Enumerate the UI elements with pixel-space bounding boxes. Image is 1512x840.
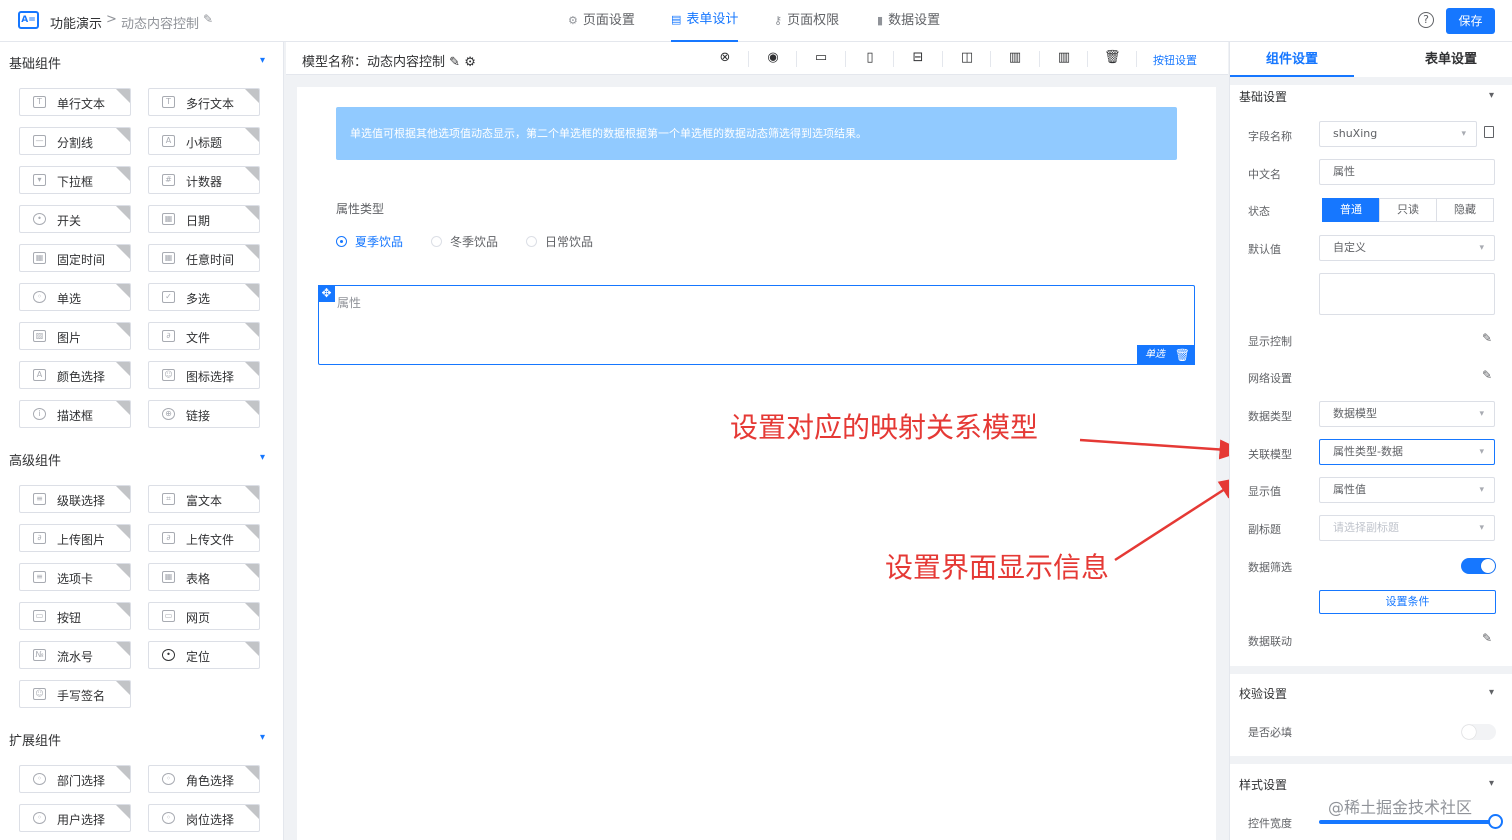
style-settings-title: 样式设置	[1239, 778, 1288, 792]
toggle-knob	[1481, 559, 1495, 573]
chevron-down-icon[interactable]: ▾	[1489, 778, 1494, 789]
required-toggle[interactable]	[1461, 724, 1496, 740]
control-width-slider-handle[interactable]	[1488, 814, 1503, 829]
subtitle-select[interactable]: 请选择副标题 ▾	[1319, 515, 1495, 541]
required-label: 是否必填	[1248, 726, 1292, 739]
section-divider	[1230, 756, 1512, 764]
validation-settings-title: 校验设置	[1239, 687, 1288, 701]
toggle-knob	[1462, 725, 1476, 739]
data-filter-toggle[interactable]	[1461, 558, 1496, 574]
edit-icon[interactable]: ✎	[1482, 631, 1492, 645]
cn-name-label: 中文名	[1248, 168, 1281, 181]
display-value-label: 显示值	[1248, 485, 1281, 498]
chevron-down-icon: ▾	[1479, 447, 1484, 457]
basic-settings-title: 基础设置	[1239, 90, 1288, 104]
watermark-text: @稀土掘金技术社区	[1328, 798, 1473, 817]
data-link-label: 数据联动	[1248, 635, 1292, 648]
copy-icon[interactable]	[1484, 126, 1494, 138]
field-name-label: 字段名称	[1248, 130, 1292, 143]
chevron-down-icon: ▾	[1479, 409, 1484, 419]
control-width-slider-track[interactable]	[1319, 820, 1492, 824]
default-value-textarea[interactable]	[1319, 273, 1495, 315]
tab-component-settings[interactable]: 组件设置	[1230, 42, 1354, 77]
grid-settings-label: 网络设置	[1248, 372, 1292, 385]
state-readonly-button[interactable]: 只读	[1379, 198, 1437, 222]
default-value-select[interactable]: 自定义 ▾	[1319, 235, 1495, 261]
state-label: 状态	[1248, 205, 1270, 218]
tab-form-settings[interactable]: 表单设置	[1389, 42, 1512, 77]
data-type-select[interactable]: 数据模型 ▾	[1319, 401, 1495, 427]
chevron-down-icon: ▾	[1479, 243, 1484, 253]
default-value-label: 默认值	[1248, 243, 1281, 256]
state-normal-button[interactable]: 普通	[1322, 198, 1380, 222]
chevron-down-icon[interactable]: ▾	[1489, 687, 1494, 698]
state-segmented-control: 普通 只读 隐藏	[1322, 198, 1494, 222]
chevron-down-icon: ▾	[1479, 523, 1484, 533]
chevron-down-icon[interactable]: ▾	[1489, 90, 1494, 101]
data-filter-label: 数据筛选	[1248, 561, 1292, 574]
properties-panel: 组件设置 表单设置 基础设置 ▾ 字段名称 shuXing ▾ 中文名 属性 状态…	[1229, 42, 1512, 840]
subtitle-label: 副标题	[1248, 523, 1281, 536]
section-divider	[1230, 666, 1512, 674]
arrow-to-display-value	[1114, 476, 1245, 562]
data-type-label: 数据类型	[1248, 410, 1292, 423]
control-width-label: 控件宽度	[1248, 817, 1292, 830]
display-value-select[interactable]: 属性值 ▾	[1319, 477, 1495, 503]
display-control-label: 显示控制	[1248, 335, 1292, 348]
arrow-to-related-model	[1079, 438, 1245, 460]
state-hidden-button[interactable]: 隐藏	[1436, 198, 1494, 222]
edit-icon[interactable]: ✎	[1482, 331, 1492, 345]
section-divider	[1230, 77, 1512, 85]
set-condition-button[interactable]: 设置条件	[1319, 590, 1496, 614]
cn-name-input[interactable]: 属性	[1319, 159, 1495, 185]
chevron-down-icon: ▾	[1479, 485, 1484, 495]
field-name-select[interactable]: shuXing ▾	[1319, 121, 1477, 147]
related-model-label: 关联模型	[1248, 448, 1292, 461]
related-model-select[interactable]: 属性类型-数据 ▾	[1319, 439, 1495, 465]
chevron-down-icon: ▾	[1461, 129, 1466, 139]
edit-icon[interactable]: ✎	[1482, 368, 1492, 382]
